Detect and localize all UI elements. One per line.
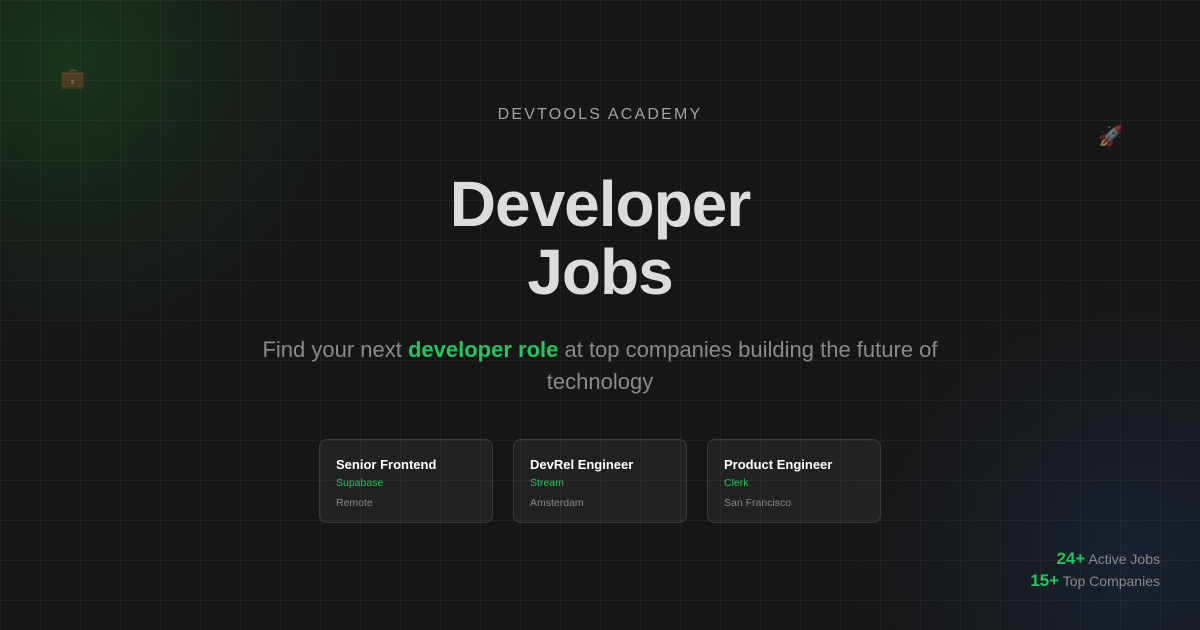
stat-top-companies: 15+ Top Companies: [1030, 570, 1160, 592]
stat-active-jobs: 24+ Active Jobs: [1030, 548, 1160, 570]
job-role: DevRel Engineer: [530, 457, 634, 472]
stat-label: Top Companies: [1062, 573, 1160, 589]
job-card[interactable]: Senior Frontend Supabase Remote: [319, 439, 493, 523]
briefcase-icon: 💼: [60, 66, 85, 90]
stat-value: 15+: [1030, 571, 1060, 590]
job-role: Product Engineer: [724, 457, 833, 472]
subtitle-before: Find your next: [262, 337, 408, 362]
job-company: Supabase: [336, 477, 384, 489]
rocket-icon: 🚀: [1098, 124, 1123, 148]
page-title-line2: Jobs: [527, 236, 673, 308]
subtitle-highlight: developer role: [407, 337, 559, 362]
job-role: Senior Frontend: [336, 457, 437, 472]
stat-label: Active Jobs: [1088, 551, 1160, 567]
brand-eyebrow: DEVTOOLS ACADEMY: [497, 106, 703, 123]
subtitle-after: at top companies building the future of …: [546, 337, 938, 394]
stat-value: 24+: [1056, 549, 1086, 568]
page-title: Developer Jobs: [0, 170, 1200, 306]
background-grid: [0, 0, 1200, 630]
stats-panel: 24+ Active Jobs 15+ Top Companies: [1030, 548, 1160, 592]
page-title-line1: Developer: [449, 168, 751, 240]
job-location: Amsterdam: [530, 497, 584, 509]
job-card[interactable]: Product Engineer Clerk San Francisco: [707, 439, 881, 523]
job-location: San Francisco: [724, 497, 792, 509]
job-cards: Senior Frontend Supabase Remote DevRel E…: [319, 439, 881, 523]
job-company: Clerk: [724, 477, 749, 489]
job-location: Remote: [336, 497, 373, 509]
job-card[interactable]: DevRel Engineer Stream Amsterdam: [513, 439, 687, 523]
subtitle: Find your next developer role at top com…: [230, 334, 970, 398]
job-company: Stream: [530, 477, 564, 489]
